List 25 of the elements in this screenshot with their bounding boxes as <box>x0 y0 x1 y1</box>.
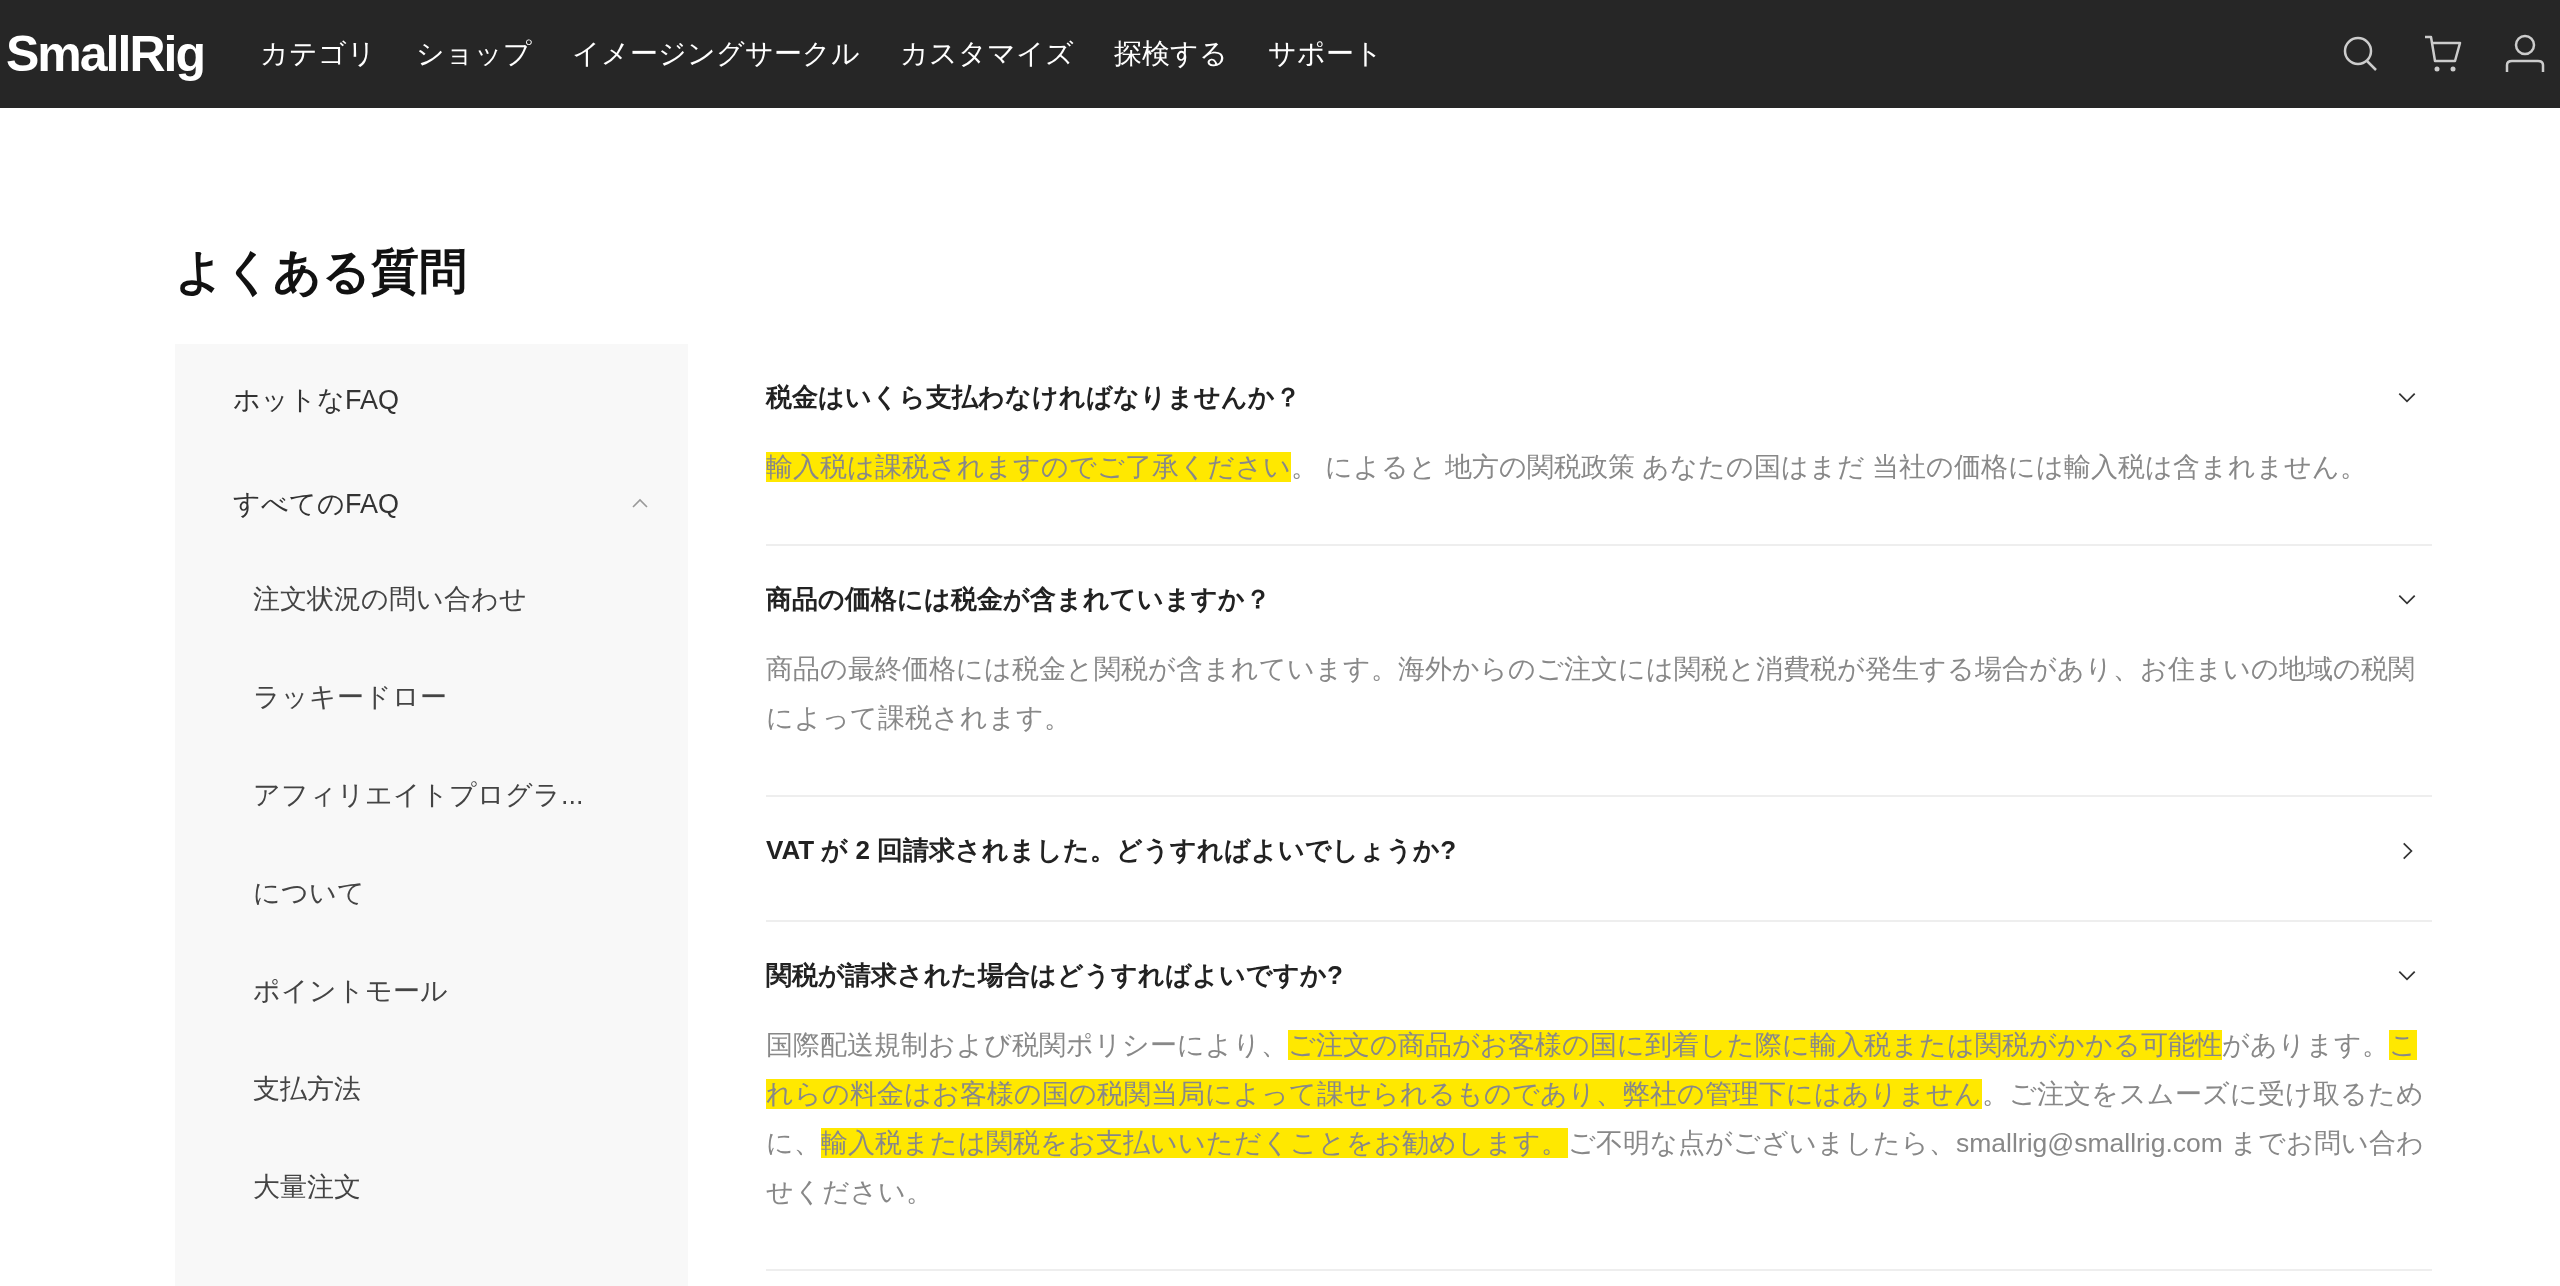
page-title: よくある質問 <box>175 244 468 300</box>
nav-link[interactable]: 探検する <box>1113 35 1228 73</box>
sidebar-item[interactable]: ラッキードロー <box>175 678 688 716</box>
sidebar-item[interactable]: ポイントモール <box>175 972 688 1010</box>
faq-question[interactable]: 税金はいくら支払わなければなりませんか？ <box>766 380 1301 415</box>
faq-answer: 国際配送規制および税関ポリシーにより、ご注文の商品がお客様の国に到着した際に輸入税または関税がかかる可能性があります。これらの料金はお客様の国の税関当局によって課せられるものであり、弊社の管理下にはありません。ご注文をスムーズに受け取るために、輸入税または関税をお支払いいただくことをお勧めします。ご不明な点がございましたら、smallrig@smallrig.com までお問い合わせください。 <box>766 1029 2426 1209</box>
sidebar-item[interactable]: 支払方法 <box>175 1070 688 1108</box>
sidebar-item[interactable]: アフィリエイトプログラ... <box>175 776 688 814</box>
faq-question[interactable]: 商品の価格には税金が含まれていますか？ <box>766 582 1271 617</box>
faq-question[interactable]: 関税が請求された場合はどうすればよいですか? <box>766 958 1343 993</box>
faq-answer: 商品の最終価格には税金と関税が含まれています。海外からのご注文には関税と消費税が発生する場合があり、お住まいの地域の税関によって課税されます。 <box>766 653 2416 735</box>
nav-link[interactable]: イメージングサークル <box>571 35 860 73</box>
sidebar-item[interactable]: 大量注文 <box>175 1168 688 1206</box>
faq-answer: 輸入税は課税されますのでご了承ください。 によると 地方の関税政策 あなたの国はまだ 当社の価格には輸入税は含まれません。 <box>766 451 2369 484</box>
logo[interactable]: SmallRig <box>6 25 204 83</box>
sidebar-item[interactable]: について <box>175 874 688 912</box>
faq-question[interactable]: VAT が 2 回請求されました。どうすればよいでしょうか? <box>766 833 1457 868</box>
nav-link[interactable]: サポート <box>1267 35 1383 73</box>
nav-link[interactable]: ショップ <box>415 35 532 73</box>
sidebar-category[interactable]: ホットなFAQ <box>175 372 688 428</box>
sidebar-item[interactable]: 注文状況の問い合わせ <box>175 580 688 618</box>
user-icon[interactable] <box>2504 33 2546 75</box>
nav-link[interactable]: カテゴリ <box>259 35 376 73</box>
sidebar-category[interactable]: すべてのFAQ <box>175 476 688 532</box>
nav-link[interactable]: カスタマイズ <box>899 35 1074 73</box>
